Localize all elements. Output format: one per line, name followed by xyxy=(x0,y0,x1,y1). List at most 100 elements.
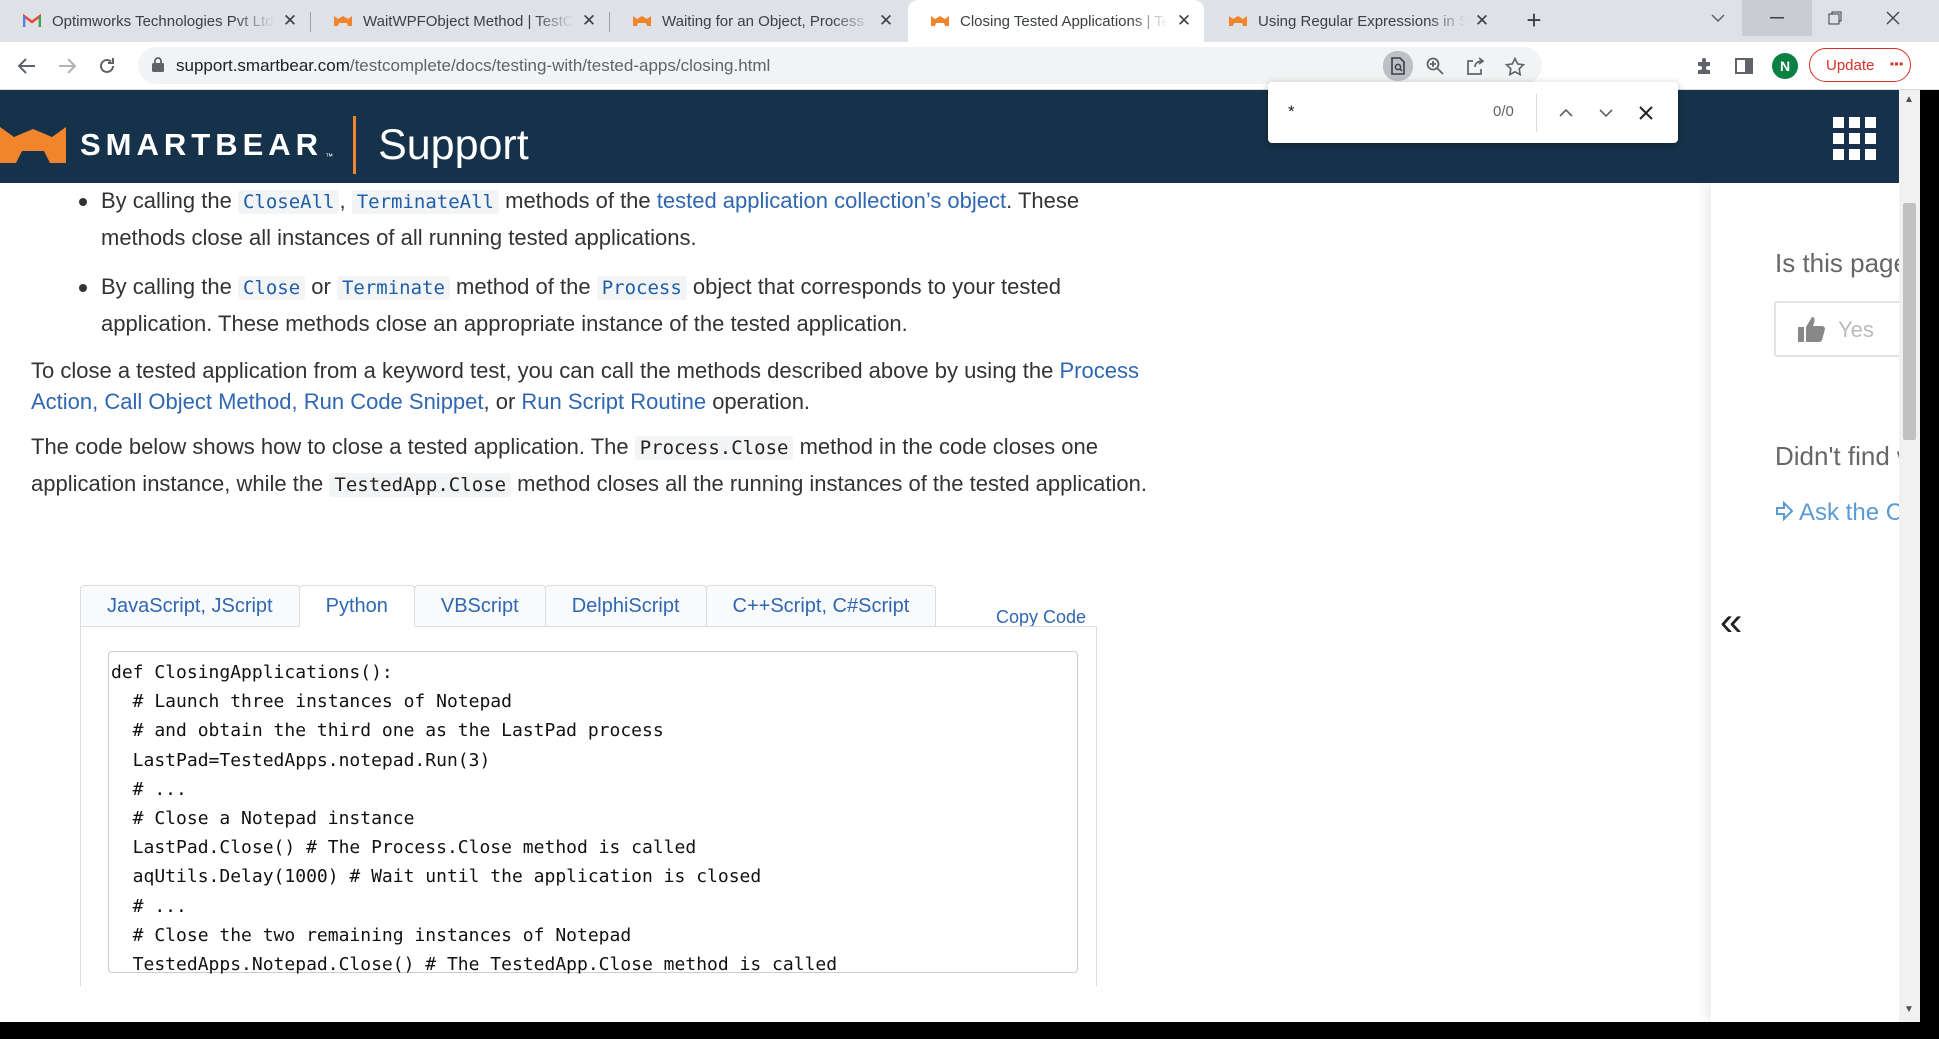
find-count: 0/0 xyxy=(1493,103,1514,120)
code-line: LastPad=TestedApps.notepad.Run(3) xyxy=(111,749,491,771)
code-sample: JavaScript, JScript Python VBScript Delp… xyxy=(80,585,1097,986)
tab-cppscript[interactable]: C++Script, C#Script xyxy=(705,585,937,627)
forward-button[interactable] xyxy=(52,51,82,81)
tab-delphiscript[interactable]: DelphiScript xyxy=(544,585,707,627)
collapse-rail-icon[interactable]: « xyxy=(1720,600,1742,645)
find-input[interactable]: * xyxy=(1288,102,1295,122)
profile-avatar[interactable]: N xyxy=(1772,53,1798,79)
find-previous-icon[interactable] xyxy=(1551,98,1581,128)
close-tab-icon[interactable]: ✕ xyxy=(1174,11,1194,31)
tab-title: WaitWPFObject Method | TestComplete xyxy=(363,12,573,30)
not-found-text: Didn't find what you were looking for? xyxy=(1775,441,1899,471)
code-process: Process xyxy=(596,276,687,300)
zoom-icon[interactable] xyxy=(1420,51,1450,81)
close-tab-icon[interactable]: ✕ xyxy=(1472,11,1492,31)
scroll-down-icon[interactable]: ▼ xyxy=(1904,1004,1914,1015)
trademark: ™ xyxy=(325,151,334,161)
tab-python[interactable]: Python xyxy=(298,585,415,627)
tab-strip: Optimworks Technologies Pvt Ltd ✕ WaitWP… xyxy=(0,0,1939,42)
text: operation. xyxy=(706,389,811,414)
language-tabs: JavaScript, JScript Python VBScript Delp… xyxy=(80,585,937,627)
link-run-script-routine[interactable]: Run Script Routine xyxy=(521,389,706,414)
logo-divider xyxy=(353,116,357,174)
share-icon[interactable] xyxy=(1460,51,1490,81)
yes-button[interactable]: Yes xyxy=(1774,301,1899,357)
browser-tab[interactable]: Optimworks Technologies Pvt Ltd ✕ xyxy=(0,0,310,42)
text: , xyxy=(339,188,352,213)
extensions-puzzle-icon[interactable] xyxy=(1690,52,1718,80)
smartbear-logo[interactable]: SMARTBEAR ™ Support xyxy=(0,116,529,174)
find-next-icon[interactable] xyxy=(1591,98,1621,128)
find-in-page-icon[interactable] xyxy=(1383,51,1413,81)
page-viewport: SMARTBEAR ™ Support By calling the Close… xyxy=(0,90,1920,1022)
code-terminate: Terminate xyxy=(336,276,450,300)
methods-list: By calling the CloseAll, TerminateAll me… xyxy=(79,183,1151,341)
url-text: support.smartbear.com/testcomplete/docs/… xyxy=(176,56,770,76)
reload-button[interactable] xyxy=(92,51,122,81)
yes-label: Yes xyxy=(1838,317,1874,342)
vertical-scrollbar[interactable]: ▲ ▼ xyxy=(1899,90,1920,1022)
text: , or xyxy=(483,389,522,414)
code-line: # ... xyxy=(111,778,187,800)
link-call-object-method[interactable]: Call Object Method xyxy=(104,389,291,414)
apps-grid-icon[interactable] xyxy=(1833,117,1876,160)
brand-name: SMARTBEAR xyxy=(80,127,324,162)
tab-javascript[interactable]: JavaScript, JScript xyxy=(80,585,300,627)
url-path: /testcomplete/docs/testing-with/tested-a… xyxy=(349,56,771,75)
code-line: # Close a Notepad instance xyxy=(111,808,415,830)
browser-tab[interactable]: Using Regular Expressions in Scripts ✕ xyxy=(1206,0,1502,42)
url-host: support.smartbear.com xyxy=(176,56,350,75)
code-line: aqUtils.Delay(1000) # Wait until the app… xyxy=(111,866,762,888)
update-label: Update xyxy=(1826,56,1875,74)
link-tested-app-collection[interactable]: tested application collection’s object xyxy=(657,188,1006,213)
close-tab-icon[interactable]: ✕ xyxy=(876,11,896,31)
text: method of the xyxy=(449,274,597,299)
code-close: Close xyxy=(237,276,306,300)
scrollbar-thumb[interactable] xyxy=(1903,203,1916,440)
address-bar[interactable]: support.smartbear.com/testcomplete/docs/… xyxy=(138,47,1542,84)
tab-title: Waiting for an Object, Process or Window xyxy=(662,12,870,30)
text: or xyxy=(305,274,337,299)
tab-title: Closing Tested Applications | TestComple… xyxy=(960,12,1168,30)
ask-community-link[interactable]: Ask the Community xyxy=(1799,499,1899,527)
close-window-button[interactable] xyxy=(1858,0,1928,36)
tab-title: Optimworks Technologies Pvt Ltd xyxy=(52,12,274,30)
browser-tab[interactable]: WaitWPFObject Method | TestComplete ✕ xyxy=(311,0,609,42)
tab-vbscript[interactable]: VBScript xyxy=(413,585,546,627)
bookmark-star-icon[interactable] xyxy=(1500,51,1530,81)
article-content: By calling the CloseAll, TerminateAll me… xyxy=(31,183,1151,515)
code-line: # ... xyxy=(111,895,187,917)
list-item: By calling the CloseAll, TerminateAll me… xyxy=(79,183,1151,255)
code-line: LastPad.Close() # The Process.Close meth… xyxy=(111,837,697,859)
more-menu-icon[interactable]: ⋮ xyxy=(1887,56,1904,71)
update-button[interactable]: Update ⋮ xyxy=(1809,48,1911,82)
code-terminateall: TerminateAll xyxy=(351,190,499,214)
browser-tab-active[interactable]: Closing Tested Applications | TestComple… xyxy=(908,0,1204,42)
smartbear-icon xyxy=(632,11,652,31)
new-tab-button[interactable]: + xyxy=(1520,7,1548,35)
code-line: TestedApps.Notepad.Close() # The TestedA… xyxy=(111,954,838,976)
smartbear-icon xyxy=(930,11,950,31)
text: methods of the xyxy=(499,188,657,213)
code-closeall: CloseAll xyxy=(237,190,340,214)
keyword-test-paragraph: To close a tested application from a key… xyxy=(31,355,1151,417)
arrow-right-icon xyxy=(1775,500,1794,526)
back-button[interactable] xyxy=(12,51,42,81)
close-tab-icon[interactable]: ✕ xyxy=(280,11,300,31)
text: method closes all the running instances … xyxy=(511,471,1147,496)
lock-icon[interactable] xyxy=(152,57,164,77)
feedback-question: Is this page helpful? xyxy=(1775,248,1899,278)
text: By calling the xyxy=(101,188,238,213)
link-run-code-snippet[interactable]: Run Code Snippet xyxy=(304,389,484,414)
scroll-up-icon[interactable]: ▲ xyxy=(1904,94,1914,105)
list-item: By calling the Close or Terminate method… xyxy=(79,269,1151,341)
side-panel-icon[interactable] xyxy=(1730,52,1758,80)
gmail-icon xyxy=(22,11,42,31)
close-tab-icon[interactable]: ✕ xyxy=(579,11,599,31)
code-process-close: Process.Close xyxy=(634,436,794,460)
copy-code-link[interactable]: Copy Code xyxy=(996,607,1086,628)
code-line: # Launch three instances of Notepad xyxy=(111,691,512,713)
code-block[interactable]: def ClosingApplications(): # Launch thre… xyxy=(108,651,1078,975)
find-close-icon[interactable] xyxy=(1631,98,1661,128)
browser-tab[interactable]: Waiting for an Object, Process or Window… xyxy=(610,0,906,42)
